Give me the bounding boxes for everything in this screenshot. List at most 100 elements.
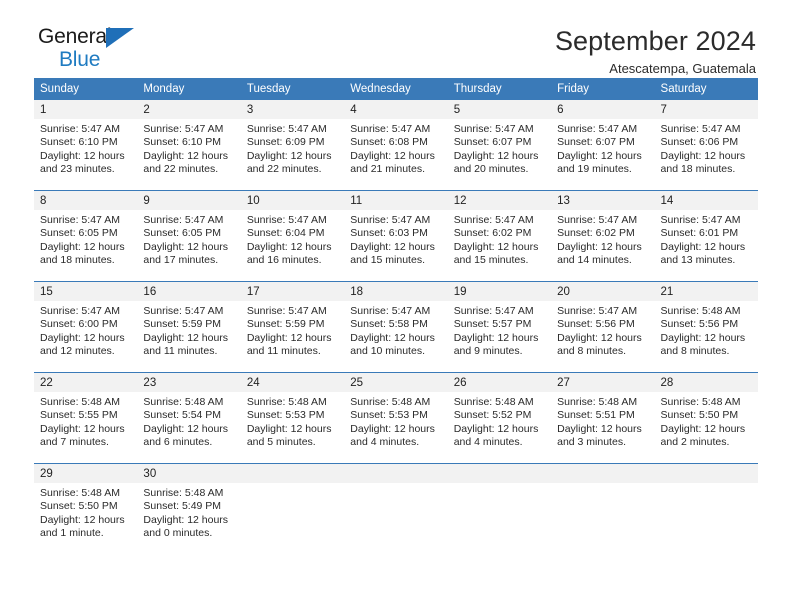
day-number: 27 bbox=[551, 373, 655, 392]
sunrise-text: Sunrise: 5:47 AM bbox=[350, 123, 431, 135]
daylight-text-line2: and 8 minutes. bbox=[660, 345, 730, 358]
sunset-text: Sunset: 6:10 PM bbox=[40, 136, 118, 149]
sunrise-text: Sunrise: 5:47 AM bbox=[143, 305, 224, 317]
day-cell[interactable]: 21 Sunrise: 5:48 AM Sunset: 5:56 PM Dayl… bbox=[654, 282, 758, 373]
day-cell[interactable]: 23 Sunrise: 5:48 AM Sunset: 5:54 PM Dayl… bbox=[137, 373, 241, 464]
sunset-text: Sunset: 5:55 PM bbox=[40, 409, 118, 422]
day-number: 14 bbox=[654, 191, 758, 210]
daylight-text-line1: Daylight: 12 hours bbox=[40, 240, 125, 253]
sunrise-text: Sunrise: 5:48 AM bbox=[660, 396, 741, 408]
sunrise-text: Sunrise: 5:47 AM bbox=[40, 123, 120, 135]
daylight-text-line1: Daylight: 12 hours bbox=[143, 149, 229, 162]
day-cell[interactable]: 30 Sunrise: 5:48 AM Sunset: 5:49 PM Dayl… bbox=[137, 464, 241, 555]
daylight-text-line1: Daylight: 12 hours bbox=[40, 149, 125, 162]
day-number: 5 bbox=[447, 100, 552, 119]
daylight-text-line2: and 10 minutes. bbox=[350, 345, 425, 358]
sunset-text: Sunset: 6:05 PM bbox=[40, 227, 118, 240]
daylight-text-line2: and 7 minutes. bbox=[40, 436, 109, 449]
daylight-text-line1: Daylight: 12 hours bbox=[350, 240, 435, 253]
daylight-text-line2: and 1 minute. bbox=[40, 527, 104, 540]
sunset-text: Sunset: 6:05 PM bbox=[143, 227, 222, 240]
day-cell[interactable]: 16 Sunrise: 5:47 AM Sunset: 5:59 PM Dayl… bbox=[137, 282, 241, 373]
day-cell[interactable]: 10 Sunrise: 5:47 AM Sunset: 6:04 PM Dayl… bbox=[240, 191, 345, 282]
day-number bbox=[654, 464, 758, 483]
day-details: Sunrise: 5:47 AM Sunset: 6:08 PM Dayligh… bbox=[344, 119, 447, 177]
day-cell[interactable]: 28 Sunrise: 5:48 AM Sunset: 5:50 PM Dayl… bbox=[654, 373, 758, 464]
sunrise-text: Sunrise: 5:47 AM bbox=[557, 214, 638, 226]
sunset-text: Sunset: 6:06 PM bbox=[660, 136, 739, 149]
day-details: Sunrise: 5:47 AM Sunset: 6:02 PM Dayligh… bbox=[551, 210, 654, 268]
day-number: 1 bbox=[34, 100, 138, 119]
day-details: Sunrise: 5:48 AM Sunset: 5:52 PM Dayligh… bbox=[448, 392, 551, 450]
day-details: Sunrise: 5:47 AM Sunset: 5:58 PM Dayligh… bbox=[344, 301, 447, 359]
week-row: 1 Sunrise: 5:47 AM Sunset: 6:10 PM Dayli… bbox=[34, 100, 758, 191]
day-cell[interactable]: 27 Sunrise: 5:48 AM Sunset: 5:51 PM Dayl… bbox=[551, 373, 655, 464]
daylight-text-line2: and 19 minutes. bbox=[557, 163, 632, 176]
day-details: Sunrise: 5:47 AM Sunset: 6:10 PM Dayligh… bbox=[34, 119, 137, 177]
day-cell[interactable]: 26 Sunrise: 5:48 AM Sunset: 5:52 PM Dayl… bbox=[447, 373, 552, 464]
day-cell[interactable]: 1 Sunrise: 5:47 AM Sunset: 6:10 PM Dayli… bbox=[34, 100, 138, 191]
daylight-text-line1: Daylight: 12 hours bbox=[660, 240, 746, 253]
day-cell[interactable]: 25 Sunrise: 5:48 AM Sunset: 5:53 PM Dayl… bbox=[344, 373, 448, 464]
daylight-text-line2: and 12 minutes. bbox=[40, 345, 115, 358]
daylight-text-line1: Daylight: 12 hours bbox=[660, 331, 746, 344]
sunset-text: Sunset: 6:01 PM bbox=[660, 227, 739, 240]
sunset-text: Sunset: 5:50 PM bbox=[40, 500, 118, 513]
sunrise-text: Sunrise: 5:47 AM bbox=[246, 214, 327, 226]
day-cell[interactable]: 14 Sunrise: 5:47 AM Sunset: 6:01 PM Dayl… bbox=[654, 191, 758, 282]
week-row: 15 Sunrise: 5:47 AM Sunset: 6:00 PM Dayl… bbox=[34, 281, 758, 373]
day-cell[interactable]: 19 Sunrise: 5:47 AM Sunset: 5:57 PM Dayl… bbox=[447, 282, 552, 373]
day-details: Sunrise: 5:47 AM Sunset: 5:56 PM Dayligh… bbox=[551, 301, 654, 359]
day-number bbox=[447, 464, 552, 483]
day-cell[interactable]: 29 Sunrise: 5:48 AM Sunset: 5:50 PM Dayl… bbox=[34, 464, 138, 555]
sunset-text: Sunset: 5:59 PM bbox=[246, 318, 325, 331]
sunrise-text: Sunrise: 5:47 AM bbox=[453, 305, 534, 317]
page-subtitle: Atescatempa, Guatemala bbox=[609, 61, 756, 77]
day-cell-empty bbox=[240, 464, 345, 555]
day-cell[interactable]: 24 Sunrise: 5:48 AM Sunset: 5:53 PM Dayl… bbox=[240, 373, 345, 464]
day-cell[interactable]: 4 Sunrise: 5:47 AM Sunset: 6:08 PM Dayli… bbox=[344, 100, 448, 191]
day-cell[interactable]: 3 Sunrise: 5:47 AM Sunset: 6:09 PM Dayli… bbox=[240, 100, 345, 191]
weekday-header-sunday: Sunday bbox=[34, 78, 138, 100]
daylight-text-line1: Daylight: 12 hours bbox=[40, 422, 125, 435]
day-number: 24 bbox=[240, 373, 345, 392]
daylight-text-line1: Daylight: 12 hours bbox=[557, 331, 642, 344]
day-number: 21 bbox=[654, 282, 758, 301]
day-cell[interactable]: 20 Sunrise: 5:47 AM Sunset: 5:56 PM Dayl… bbox=[551, 282, 655, 373]
day-cell[interactable]: 9 Sunrise: 5:47 AM Sunset: 6:05 PM Dayli… bbox=[137, 191, 241, 282]
day-number: 9 bbox=[137, 191, 241, 210]
weekday-header-friday: Friday bbox=[551, 78, 655, 100]
sunrise-text: Sunrise: 5:47 AM bbox=[350, 214, 431, 226]
day-cell[interactable]: 18 Sunrise: 5:47 AM Sunset: 5:58 PM Dayl… bbox=[344, 282, 448, 373]
daylight-text-line1: Daylight: 12 hours bbox=[350, 149, 435, 162]
day-details: Sunrise: 5:48 AM Sunset: 5:53 PM Dayligh… bbox=[344, 392, 447, 450]
day-cell[interactable]: 17 Sunrise: 5:47 AM Sunset: 5:59 PM Dayl… bbox=[240, 282, 345, 373]
daylight-text-line2: and 18 minutes. bbox=[40, 254, 115, 267]
day-cell[interactable]: 22 Sunrise: 5:48 AM Sunset: 5:55 PM Dayl… bbox=[34, 373, 138, 464]
day-cell[interactable]: 6 Sunrise: 5:47 AM Sunset: 6:07 PM Dayli… bbox=[551, 100, 655, 191]
daylight-text-line2: and 20 minutes. bbox=[453, 163, 529, 176]
sunrise-text: Sunrise: 5:47 AM bbox=[660, 123, 741, 135]
day-cell[interactable]: 15 Sunrise: 5:47 AM Sunset: 6:00 PM Dayl… bbox=[34, 282, 138, 373]
weekday-header-tuesday: Tuesday bbox=[240, 78, 345, 100]
day-number: 26 bbox=[447, 373, 552, 392]
day-number: 4 bbox=[344, 100, 448, 119]
day-cell[interactable]: 12 Sunrise: 5:47 AM Sunset: 6:02 PM Dayl… bbox=[447, 191, 552, 282]
daylight-text-line2: and 23 minutes. bbox=[40, 163, 115, 176]
day-details: Sunrise: 5:47 AM Sunset: 5:57 PM Dayligh… bbox=[448, 301, 551, 359]
day-number: 3 bbox=[240, 100, 345, 119]
calendar-header-row: Sunday Monday Tuesday Wednesday Thursday… bbox=[34, 78, 758, 100]
daylight-text-line1: Daylight: 12 hours bbox=[453, 422, 539, 435]
sunrise-text: Sunrise: 5:47 AM bbox=[350, 305, 431, 317]
sunrise-text: Sunrise: 5:48 AM bbox=[453, 396, 534, 408]
day-details: Sunrise: 5:48 AM Sunset: 5:49 PM Dayligh… bbox=[137, 483, 240, 541]
day-cell[interactable]: 8 Sunrise: 5:47 AM Sunset: 6:05 PM Dayli… bbox=[34, 191, 138, 282]
sunrise-text: Sunrise: 5:48 AM bbox=[246, 396, 327, 408]
day-cell[interactable]: 7 Sunrise: 5:47 AM Sunset: 6:06 PM Dayli… bbox=[654, 100, 758, 191]
daylight-text-line2: and 16 minutes. bbox=[246, 254, 322, 267]
day-cell[interactable]: 11 Sunrise: 5:47 AM Sunset: 6:03 PM Dayl… bbox=[344, 191, 448, 282]
day-cell[interactable]: 5 Sunrise: 5:47 AM Sunset: 6:07 PM Dayli… bbox=[447, 100, 552, 191]
day-cell[interactable]: 13 Sunrise: 5:47 AM Sunset: 6:02 PM Dayl… bbox=[551, 191, 655, 282]
page-header: General Blue September 2024 Atescatempa,… bbox=[34, 0, 758, 76]
day-cell[interactable]: 2 Sunrise: 5:47 AM Sunset: 6:10 PM Dayli… bbox=[137, 100, 241, 191]
